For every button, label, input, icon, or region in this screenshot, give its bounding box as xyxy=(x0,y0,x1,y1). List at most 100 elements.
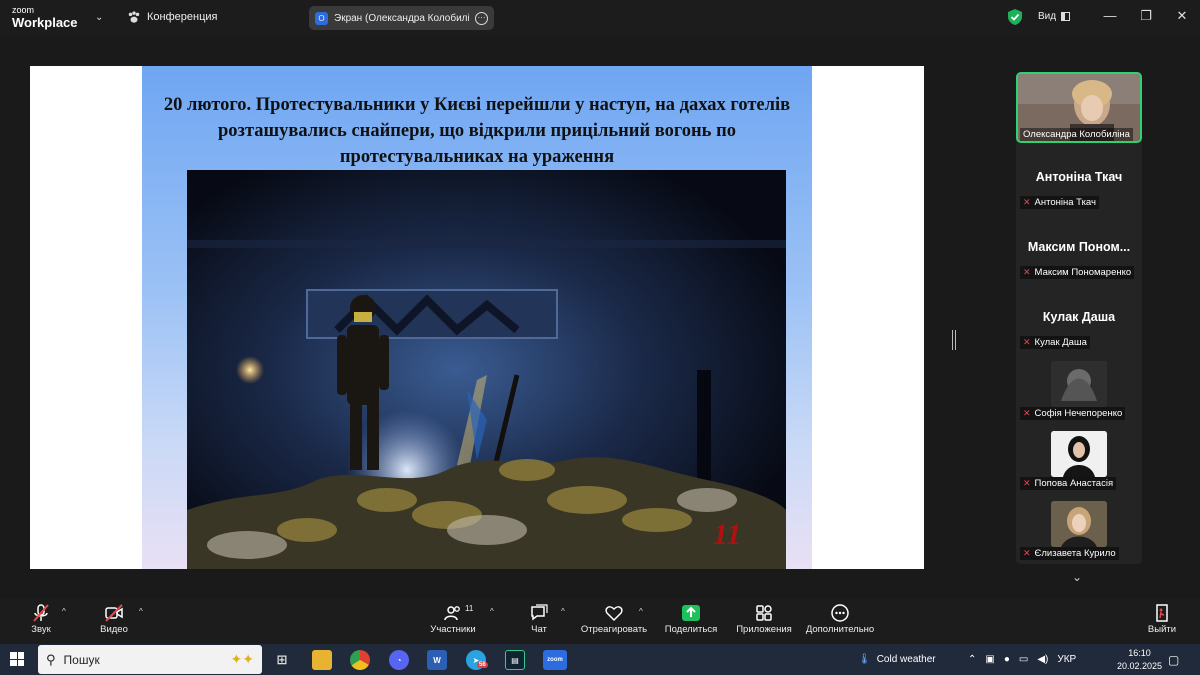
windows-start-icon[interactable] xyxy=(10,652,24,666)
slide-page-number: 11 xyxy=(713,518,742,551)
close-button[interactable]: ✕ xyxy=(1172,8,1192,24)
apps-button[interactable]: Приложения xyxy=(733,602,795,635)
zoom-taskbar-icon[interactable]: zoom xyxy=(543,650,567,670)
title-bar: zoom Workplace ⌄ Конференция O Экран (Ол… xyxy=(0,0,1200,36)
speaker-icon[interactable]: ◀) xyxy=(1037,654,1048,665)
leave-icon xyxy=(1156,604,1168,622)
participant-label: ✕ Кулак Даша xyxy=(1020,336,1090,349)
shield-icon[interactable] xyxy=(1008,9,1022,25)
meeting-info-button[interactable]: Конференция xyxy=(127,10,217,24)
leave-label: Выйти xyxy=(1147,624,1177,635)
scroll-down-chevron-icon[interactable]: ⌄ xyxy=(1072,570,1082,584)
participants-options-caret-icon[interactable]: ^ xyxy=(490,607,494,616)
meeting-controls: Звук ^ Видео ^ 11 Участники ^ Чат ^ Отре… xyxy=(0,598,1200,644)
video-label: Видео xyxy=(100,624,128,635)
share-stage: 20 лютого. Протестувальники у Києві пере… xyxy=(0,36,1005,598)
avatar xyxy=(1051,431,1107,477)
logo-line1: zoom xyxy=(12,5,35,15)
participant-label: ✕ Максим Пономаренко xyxy=(1020,266,1135,279)
zoom-logo: zoom Workplace xyxy=(12,5,78,30)
view-label: Вид xyxy=(1038,11,1057,22)
react-options-caret-icon[interactable]: ^ xyxy=(639,607,643,616)
mic-off-icon: ✕ xyxy=(1023,337,1031,347)
active-speaker-tile[interactable]: Олександра Колобиліна xyxy=(1016,72,1142,143)
language-indicator[interactable]: УКР xyxy=(1057,654,1076,665)
telegram-badge: 56 xyxy=(477,662,488,668)
participants-count: 11 xyxy=(465,604,474,613)
chrome-icon[interactable] xyxy=(350,650,370,670)
audio-label: Звук xyxy=(31,624,51,635)
chat-button[interactable]: Чат xyxy=(526,602,552,635)
audio-options-caret-icon[interactable]: ^ xyxy=(62,607,66,616)
search-placeholder: Пошук xyxy=(63,652,100,667)
notifications-icon[interactable]: ▢ xyxy=(1168,644,1179,675)
share-screen-icon xyxy=(682,605,700,621)
chat-icon xyxy=(531,604,548,621)
mic-off-icon: ✕ xyxy=(1023,548,1031,558)
paw-icon xyxy=(128,11,140,23)
panel-resize-handle[interactable] xyxy=(952,330,956,350)
task-view-icon[interactable]: ⊞ xyxy=(272,650,292,670)
word-icon[interactable]: W xyxy=(427,650,447,670)
audio-button[interactable]: Звук xyxy=(28,602,54,635)
apps-icon xyxy=(756,605,772,621)
system-tray: ⌃ ▣ ● ▭ ◀) УКР xyxy=(968,644,1076,675)
participant-tile[interactable]: ✕ Софія Нечепоренко xyxy=(1016,359,1142,420)
file-explorer-icon[interactable] xyxy=(312,650,332,670)
minimize-button[interactable]: — xyxy=(1100,8,1120,23)
participant-tile[interactable]: Антоніна Ткач ✕ Антоніна Ткач xyxy=(1016,160,1142,210)
protest-photo xyxy=(187,170,786,569)
clock-time: 16:10 xyxy=(1128,648,1151,658)
chevron-down-icon[interactable]: ⌄ xyxy=(95,12,103,23)
participant-label: ✕ Софія Нечепоренко xyxy=(1020,407,1126,420)
participant-tile[interactable]: Кулак Даша ✕ Кулак Даша xyxy=(1016,300,1142,350)
participant-tile[interactable]: Максим Поном... ✕ Максим Пономаренко xyxy=(1016,230,1142,280)
taskbar-search[interactable]: ⚲ Пошук ✦✦ xyxy=(38,645,262,674)
restore-button[interactable]: ❐ xyxy=(1136,8,1156,24)
participant-label: ✕ Попова Анастасія xyxy=(1020,477,1117,490)
participant-label-text: Попова Анастасія xyxy=(1034,478,1114,489)
more-button[interactable]: Дополнительно xyxy=(803,602,877,635)
weather-label: Cold weather xyxy=(876,654,936,665)
chat-label: Чат xyxy=(531,624,547,635)
logo-line2: Workplace xyxy=(12,15,78,30)
slide-title: 20 лютого. Протестувальники у Києві пере… xyxy=(163,95,791,167)
view-button[interactable]: Вид xyxy=(1038,11,1071,22)
camera-off-icon xyxy=(105,604,123,622)
participant-tile[interactable]: ✕ Попова Анастасія xyxy=(1016,429,1142,490)
mic-off-icon: ✕ xyxy=(1023,267,1031,277)
clock[interactable]: 16:10 20.02.2025 xyxy=(1117,647,1162,673)
heart-icon xyxy=(605,606,623,622)
video-options-caret-icon[interactable]: ^ xyxy=(139,607,143,616)
more-options-icon[interactable]: ··· xyxy=(475,11,488,25)
participant-name: Максим Поном... xyxy=(1027,240,1131,254)
participants-button[interactable]: 11 Участники xyxy=(427,602,479,635)
participant-label-text: Софія Нечепоренко xyxy=(1034,408,1123,419)
share-label: Экран (Олександра Колобиліна xyxy=(334,12,469,24)
participant-label-text: Максим Пономаренко xyxy=(1034,267,1132,278)
mic-off-icon: ✕ xyxy=(1023,408,1031,418)
telegram-icon[interactable]: ➤ 56 xyxy=(466,650,488,670)
participant-label-text: Антоніна Ткач xyxy=(1034,197,1096,208)
battery-icon[interactable]: ▭ xyxy=(1019,654,1028,665)
mic-tray-icon[interactable]: ● xyxy=(1004,654,1010,665)
share-button[interactable]: Поделиться xyxy=(662,602,720,635)
video-button[interactable]: Видео xyxy=(98,602,130,635)
chevron-up-icon[interactable]: ⌃ xyxy=(968,654,976,665)
participant-tile[interactable]: ✕ Єлизавета Курило xyxy=(1016,499,1142,560)
leave-button[interactable]: Выйти xyxy=(1146,602,1178,635)
search-icon: ⚲ xyxy=(46,651,56,667)
discord-icon[interactable]: ◔ xyxy=(389,650,409,670)
weather-widget[interactable]: 🌡 Cold weather xyxy=(858,644,936,675)
screen-share-indicator[interactable]: O Экран (Олександра Колобиліна ··· xyxy=(309,6,494,30)
terminal-app-icon[interactable]: ▤ xyxy=(505,650,525,670)
avatar xyxy=(1051,501,1107,547)
participants-icon xyxy=(444,606,460,621)
chat-options-caret-icon[interactable]: ^ xyxy=(561,607,565,616)
participants-label: Участники xyxy=(430,624,476,635)
apps-label: Приложения xyxy=(736,624,792,635)
participant-label: ✕ Єлизавета Курило xyxy=(1020,547,1119,560)
tray-app-icon[interactable]: ▣ xyxy=(985,654,994,665)
avatar xyxy=(1051,361,1107,407)
clock-date: 20.02.2025 xyxy=(1117,661,1163,671)
